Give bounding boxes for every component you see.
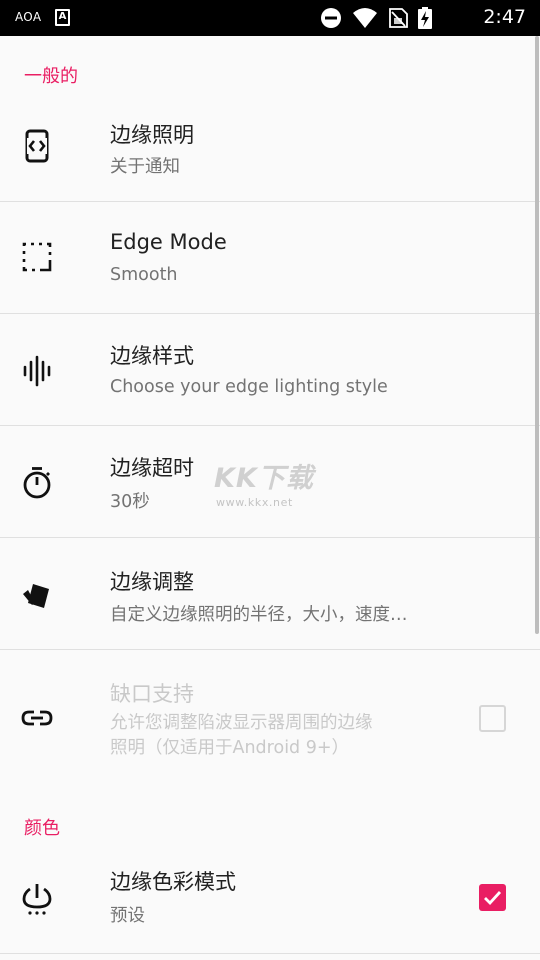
setting-edge-style[interactable]: 边缘样式 Choose your edge lighting style (0, 314, 540, 425)
dashed-corner-icon (22, 242, 52, 272)
power-icon (22, 884, 52, 915)
section-header-color: 颜色 (24, 818, 60, 839)
no-sim-icon (389, 8, 408, 28)
setting-edge-lighting[interactable]: 边缘照明 关于通知 (0, 111, 540, 201)
scrollbar[interactable] (535, 36, 539, 634)
do-not-disturb-icon (321, 8, 341, 28)
watermark-text: KK下载 (214, 463, 314, 494)
timer-icon (23, 467, 51, 499)
setting-subtitle-line2: 照明（仅适用于Android 9+） (110, 738, 350, 758)
checkmark-icon (484, 891, 502, 906)
battery-charging-icon (418, 7, 432, 29)
carrier-label: AOA (15, 10, 42, 24)
wifi-icon (353, 8, 377, 28)
status-bar: AOA A 2:47 (0, 0, 540, 36)
edge-color-mode-checkbox[interactable] (479, 884, 506, 911)
setting-subtitle: 预设 (110, 906, 145, 926)
setting-edge-mode[interactable]: Edge Mode Smooth (0, 202, 540, 313)
setting-subtitle: 自定义边缘照明的半径，大小，速度… (110, 605, 408, 625)
divider (0, 953, 540, 954)
setting-title: Edge Mode (110, 230, 227, 254)
setting-edge-adjust[interactable]: 边缘调整 自定义边缘照明的半径，大小，速度… (0, 538, 540, 649)
setting-title: 边缘调整 (110, 570, 194, 594)
setting-title: 边缘照明 (110, 123, 194, 147)
notch-support-checkbox[interactable] (479, 705, 506, 732)
cards-icon (23, 584, 49, 608)
watermark-url: www.kkx.net (216, 496, 293, 509)
setting-title: 缺口支持 (110, 682, 194, 706)
waveform-icon (23, 355, 51, 387)
section-header-general: 一般的 (24, 66, 78, 87)
setting-title: 边缘超时 (110, 456, 194, 480)
setting-subtitle: Choose your edge lighting style (110, 377, 388, 397)
setting-notch-support[interactable]: 缺口支持 允许您调整陷波显示器周围的边缘 照明（仅适用于Android 9+） (0, 650, 540, 788)
link-icon (21, 710, 53, 726)
device-code-icon (25, 129, 49, 163)
setting-subtitle: 30秒 (110, 492, 150, 512)
status-icons (320, 7, 432, 29)
app-notification-icon: A (55, 9, 70, 26)
watermark: KK下载 www.kkx.net (214, 456, 334, 512)
clock: 2:47 (483, 6, 526, 28)
setting-edge-color-mode[interactable]: 边缘色彩模式 预设 (0, 854, 540, 954)
setting-subtitle: Smooth (110, 265, 178, 285)
setting-subtitle-line1: 允许您调整陷波显示器周围的边缘 (110, 713, 373, 733)
setting-title: 边缘样式 (110, 344, 194, 368)
setting-subtitle: 关于通知 (110, 157, 180, 177)
setting-title: 边缘色彩模式 (110, 870, 236, 894)
